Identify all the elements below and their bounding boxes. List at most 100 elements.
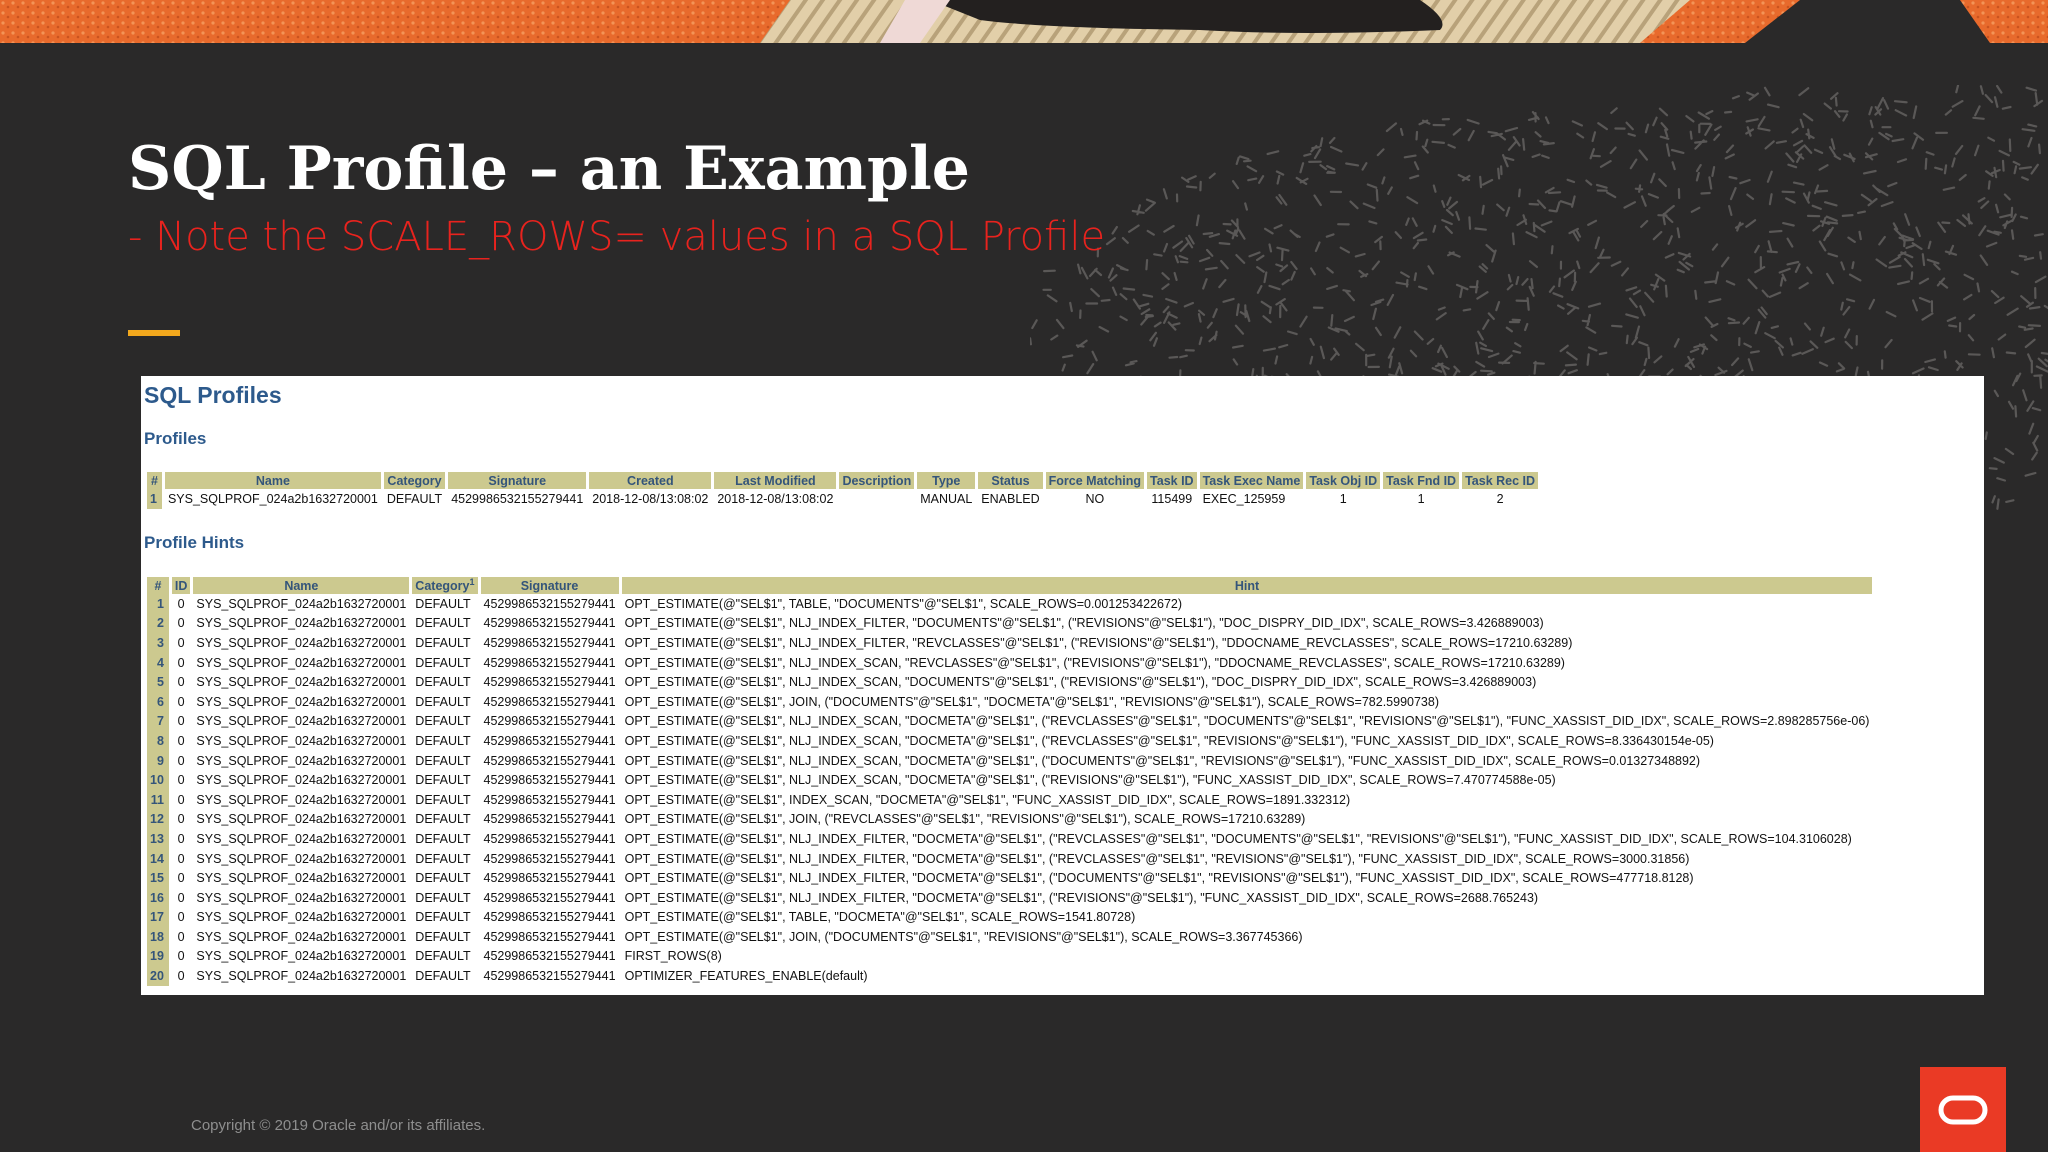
hints-cell-hash: 5 [147, 672, 169, 692]
hints-cell-hint: OPT_ESTIMATE(@"SEL$1", NLJ_INDEX_SCAN, "… [624, 733, 1714, 748]
profiles-col-task-rec-id: Task Rec ID [1462, 472, 1539, 489]
hints-cell-category: DEFAULT [415, 792, 471, 807]
hints-cell-hint: OPT_ESTIMATE(@"SEL$1", JOIN, ("DOCUMENTS… [624, 694, 1439, 709]
table-row: 1 0 SYS_SQLPROF_024a2b1632720001 DEFAULT 452… [147, 594, 1872, 614]
column-header-label: ID [174, 578, 188, 593]
profiles-cell-last-modified: 2018-12-08/13:08:02 [717, 491, 834, 506]
profiles-cell-task-exec-name: EXEC_125959 [1202, 491, 1286, 506]
hints-cell-signature: 4529986532155279441 [483, 890, 616, 905]
hints-cell-signature: 4529986532155279441 [483, 812, 616, 827]
profiles-col-status: Status [978, 472, 1043, 489]
hints-cell-hash: 12 [147, 809, 169, 830]
hints-cell-signature: 4529986532155279441 [483, 753, 616, 768]
hints-cell-signature: 4529986532155279441 [483, 694, 616, 709]
profiles-cell-description [839, 489, 914, 509]
hints-cell-hash: 2 [147, 613, 169, 634]
table-row: 9 0 SYS_SQLPROF_024a2b1632720001 DEFAULT 452… [147, 750, 1872, 771]
table-row: 8 0 SYS_SQLPROF_024a2b1632720001 DEFAULT 452… [147, 731, 1872, 751]
hints-cell-id: 0 [177, 596, 185, 611]
hints-cell-hint: OPT_ESTIMATE(@"SEL$1", NLJ_INDEX_SCAN, "… [624, 655, 1565, 670]
column-header-label: Signature [488, 473, 547, 488]
profiles-col-task-obj-id: Task Obj ID [1306, 472, 1381, 489]
column-header-label: Type [932, 473, 961, 488]
hints-cell-signature: 4529986532155279441 [483, 851, 616, 866]
hints-cell-category: DEFAULT [415, 596, 471, 611]
hints-cell-id: 0 [177, 929, 185, 944]
column-header-label: # [154, 578, 162, 593]
hints-cell-hint: OPT_ESTIMATE(@"SEL$1", NLJ_INDEX_SCAN, "… [624, 753, 1701, 768]
hints-cell-hash: 19 [147, 946, 169, 967]
hints-cell-category: DEFAULT [415, 616, 471, 631]
copyright-footer: Copyright © 2019 Oracle and/or its affil… [191, 1117, 486, 1134]
profile-hints-table: # ID Name Category1 Signature Hint 1 0 SYS_SQLP… [144, 577, 1875, 986]
hints-cell-hint: OPT_ESTIMATE(@"SEL$1", NLJ_INDEX_SCAN, "… [624, 773, 1556, 788]
hints-cell-signature: 4529986532155279441 [483, 773, 616, 788]
hints-cell-hash: 3 [147, 633, 169, 653]
hints-cell-category: DEFAULT [415, 851, 471, 866]
sql-profiles-panel: SQL Profiles Profiles # Name Category Signa… [141, 376, 1984, 995]
profiles-cell-force-matching: NO [1085, 491, 1105, 506]
hints-cell-name: SYS_SQLPROF_024a2b1632720001 [196, 733, 407, 748]
hints-cell-category: DEFAULT [415, 949, 471, 964]
hints-cell-signature: 4529986532155279441 [483, 733, 616, 748]
table-row: 13 0 SYS_SQLPROF_024a2b1632720001 DEFAULT 45… [147, 829, 1872, 849]
hints-cell-hash: 15 [147, 868, 169, 888]
table-row: 16 0 SYS_SQLPROF_024a2b1632720001 DEFAULT 45… [147, 887, 1872, 908]
hints-cell-id: 0 [177, 969, 185, 984]
profiles-col-task-exec-name: Task Exec Name [1199, 472, 1304, 489]
profiles-cell-task-rec-id: 2 [1496, 491, 1504, 506]
hints-cell-category: DEFAULT [415, 675, 471, 690]
hints-col-signature: Signature [480, 577, 619, 594]
hints-cell-hint: OPT_ESTIMATE(@"SEL$1", TABLE, "DOCMETA"@… [624, 910, 1136, 925]
table-row: 11 0 SYS_SQLPROF_024a2b1632720001 DEFAULT 45… [147, 789, 1872, 810]
hints-col-category: Category1 [412, 577, 478, 594]
table-row: 6 0 SYS_SQLPROF_024a2b1632720001 DEFAULT 452… [147, 691, 1872, 712]
profiles-cell-task-fnd-id: 1 [1417, 491, 1425, 506]
table-row: 14 0 SYS_SQLPROF_024a2b1632720001 DEFAULT 45… [147, 848, 1872, 869]
profiles-col-force-matching: Force Matching [1045, 472, 1145, 489]
column-header-label: Force Matching [1048, 473, 1142, 488]
hints-cell-signature: 4529986532155279441 [483, 635, 616, 650]
hints-cell-hint: OPT_ESTIMATE(@"SEL$1", NLJ_INDEX_SCAN, "… [624, 675, 1537, 690]
hints-cell-category: DEFAULT [415, 773, 471, 788]
hints-cell-category: DEFAULT [415, 969, 471, 984]
profiles-cell-status: ENABLED [981, 491, 1040, 506]
hints-cell-hint: OPT_ESTIMATE(@"SEL$1", NLJ_INDEX_FILTER,… [624, 851, 1690, 866]
hints-cell-name: SYS_SQLPROF_024a2b1632720001 [196, 694, 407, 709]
hints-header-row: # ID Name Category1 Signature Hint [147, 577, 1873, 594]
hints-cell-hint: OPT_ESTIMATE(@"SEL$1", NLJ_INDEX_FILTER,… [624, 831, 1852, 846]
hints-cell-category: DEFAULT [415, 871, 471, 886]
hints-cell-hint: OPT_ESTIMATE(@"SEL$1", NLJ_INDEX_SCAN, "… [624, 714, 1870, 729]
column-header-label: Last Modified [735, 473, 816, 488]
table-row: 18 0 SYS_SQLPROF_024a2b1632720001 DEFAULT 45… [147, 927, 1872, 947]
column-header-label: Task Exec Name [1202, 473, 1301, 488]
table-row: 3 0 SYS_SQLPROF_024a2b1632720001 DEFAULT 452… [147, 633, 1872, 653]
profiles-cell-type: MANUAL [920, 491, 973, 506]
hints-cell-category: DEFAULT [415, 733, 471, 748]
category-footnote: 1 [469, 577, 475, 588]
profiles-table: # Name Category Signature Created Last Modifi… [144, 472, 1541, 509]
hints-cell-id: 0 [177, 792, 185, 807]
hints-col-name: Name [193, 577, 410, 594]
column-header-label: Status [991, 473, 1030, 488]
hints-cell-id: 0 [177, 714, 185, 729]
hints-cell-id: 0 [177, 831, 185, 846]
hints-cell-hash: 16 [147, 887, 169, 908]
hints-cell-category: DEFAULT [415, 812, 471, 827]
hints-cell-category: DEFAULT [415, 714, 471, 729]
table-row: 17 0 SYS_SQLPROF_024a2b1632720001 DEFAULT 45… [147, 907, 1872, 928]
hints-cell-name: SYS_SQLPROF_024a2b1632720001 [196, 616, 407, 631]
column-header-label: Task ID [1150, 473, 1194, 488]
table-row: 15 0 SYS_SQLPROF_024a2b1632720001 DEFAULT 45… [147, 868, 1872, 888]
hints-cell-id: 0 [177, 773, 185, 788]
hints-cell-hint: OPT_ESTIMATE(@"SEL$1", JOIN, ("REVCLASSE… [624, 812, 1306, 827]
hints-cell-hash: 17 [147, 907, 169, 928]
hints-cell-hash: 4 [147, 652, 169, 673]
hints-cell-id: 0 [177, 949, 185, 964]
hints-cell-name: SYS_SQLPROF_024a2b1632720001 [196, 655, 407, 670]
hints-cell-name: SYS_SQLPROF_024a2b1632720001 [196, 929, 407, 944]
hints-cell-category: DEFAULT [415, 635, 471, 650]
hints-cell-signature: 4529986532155279441 [483, 616, 616, 631]
hints-col-hint: Hint [621, 577, 1873, 594]
hints-cell-id: 0 [177, 890, 185, 905]
